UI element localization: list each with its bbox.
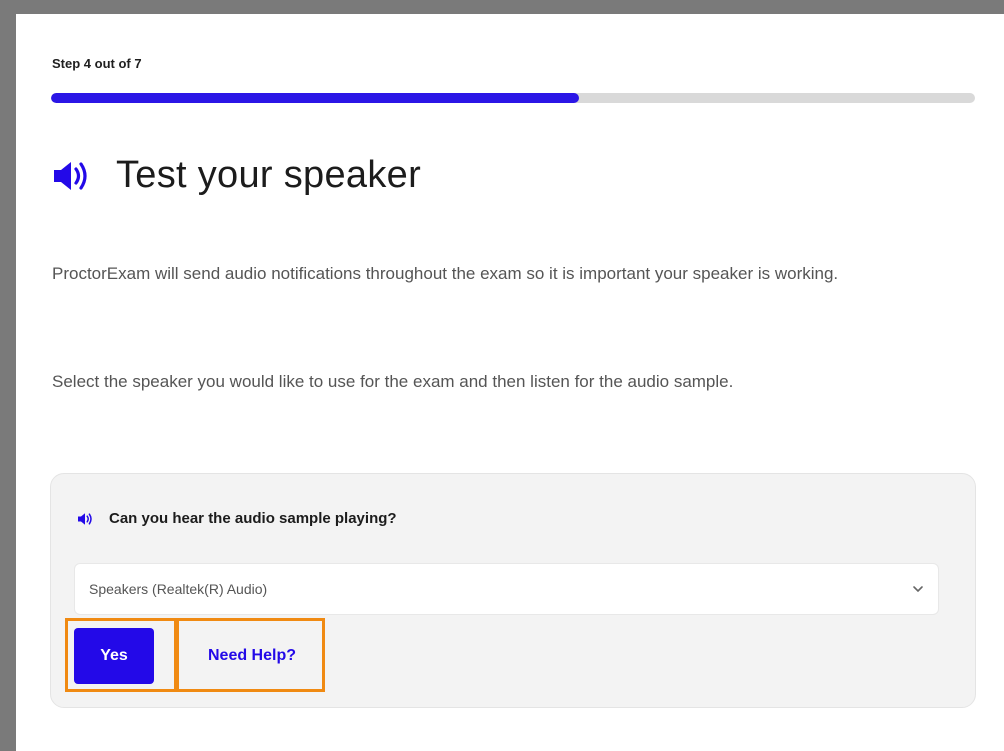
description-paragraph: ProctorExam will send audio notification… — [52, 264, 839, 283]
page-title: Test your speaker — [116, 154, 422, 196]
progress-bar — [51, 93, 975, 103]
yes-button[interactable]: Yes — [74, 628, 154, 684]
need-help-button[interactable]: Need Help? — [188, 628, 316, 684]
audio-question: Can you hear the audio sample playing? — [109, 510, 397, 527]
speaker-icon — [78, 512, 92, 525]
step-label: Step 4 out of 7 — [52, 56, 142, 71]
progress-bar-fill — [51, 93, 579, 103]
speaker-select-value: Speakers (Realtek(R) Audio) — [89, 581, 268, 597]
speaker-select[interactable]: Speakers (Realtek(R) Audio) — [74, 563, 939, 615]
chevron-down-icon — [913, 586, 923, 593]
page-header: Test your speaker — [52, 154, 421, 197]
speaker-test-panel: Step 4 out of 7 Test your speaker Procto… — [16, 14, 1004, 751]
instruction-paragraph: Select the speaker you would like to use… — [52, 372, 734, 391]
speaker-icon — [54, 161, 87, 190]
audio-question-row: Can you hear the audio sample playing? — [77, 510, 397, 527]
